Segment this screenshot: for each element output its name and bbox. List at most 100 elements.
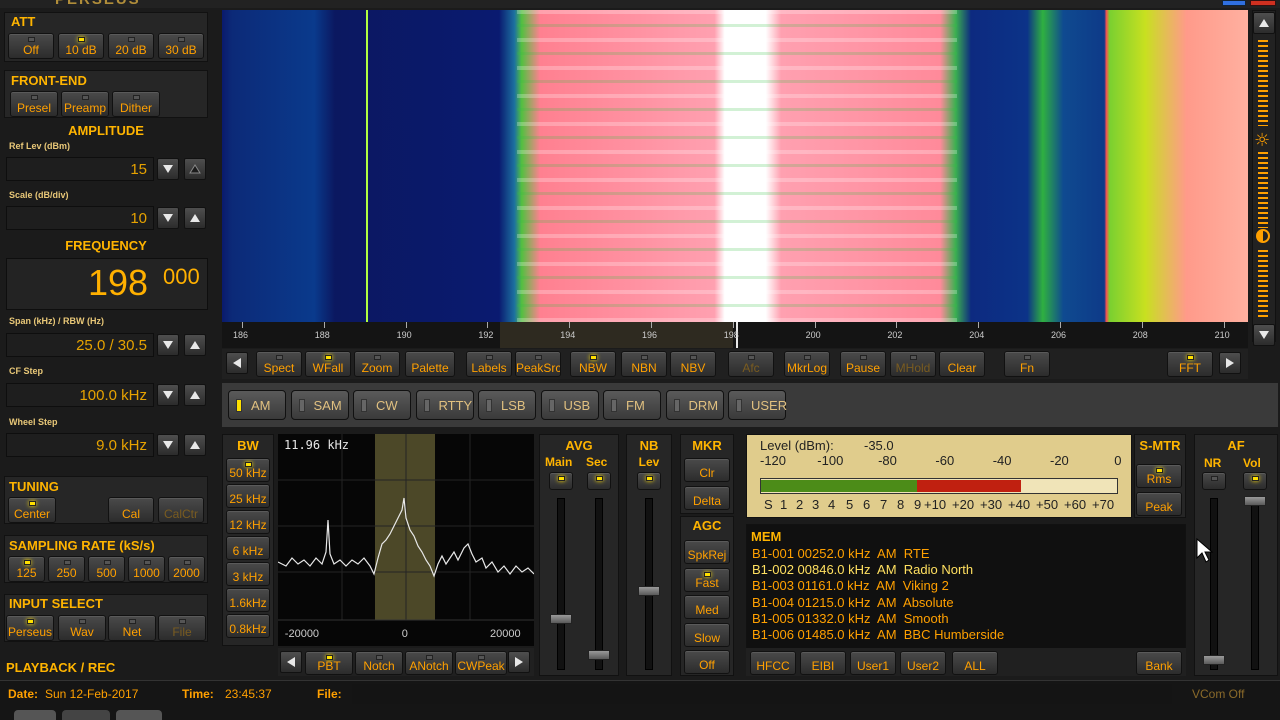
ref-level-down-button[interactable] (157, 158, 179, 180)
toolbar-spect-button[interactable]: Spect (256, 351, 302, 377)
bw-1-6khz-button[interactable]: 1.6kHz (226, 588, 270, 612)
cf-step-up-button[interactable] (184, 384, 206, 406)
sample-rate-250-button[interactable]: 250 (48, 556, 85, 582)
record-button[interactable] (62, 710, 110, 720)
toolbar-labels-button[interactable]: Labels (466, 351, 512, 377)
toolbar-zoom-button[interactable]: Zoom (354, 351, 400, 377)
memory-list-item[interactable]: B1-001 00252.0 kHz AM RTE (752, 546, 930, 561)
memory-list-item[interactable]: B1-004 01215.0 kHz AM Absolute (752, 595, 954, 610)
close-button[interactable] (1250, 0, 1276, 6)
tuning-cal-button[interactable]: Cal (108, 497, 154, 523)
toolbar-fn-button[interactable]: Fn (1004, 351, 1050, 377)
avg-sec-slider-thumb[interactable] (588, 650, 610, 660)
tuning-center-button[interactable]: Center (8, 497, 56, 523)
span-value[interactable]: 25.0 / 30.5 (6, 333, 154, 357)
toolbar-mhold-button[interactable]: MHold (890, 351, 936, 377)
cf-step-down-button[interactable] (157, 384, 179, 406)
af-vol-slider-thumb[interactable] (1244, 496, 1266, 506)
toolbar-mkrlog-button[interactable]: MkrLog (784, 351, 830, 377)
scroll-down-button[interactable] (1253, 324, 1275, 346)
input-net-button[interactable]: Net (108, 615, 156, 641)
avg-sec-slider[interactable] (595, 498, 603, 670)
toolbar-nbw-button[interactable]: NBW (570, 351, 616, 377)
mode-user-button[interactable]: USER (728, 390, 787, 420)
af-vol-toggle[interactable] (1243, 472, 1267, 490)
mode-am-button[interactable]: AM (228, 390, 286, 420)
nb-level-slider-thumb[interactable] (638, 586, 660, 596)
play-button[interactable] (14, 710, 56, 720)
mem-bank-button[interactable]: Bank (1136, 651, 1182, 675)
avg-main-slider[interactable] (557, 498, 565, 670)
filter-cwpeak-button[interactable]: CWPeak (455, 651, 507, 675)
waterfall-display[interactable] (222, 10, 1248, 322)
mem-user1-button[interactable]: User1 (850, 651, 896, 675)
filter-anotch-button[interactable]: ANotch (405, 651, 453, 675)
mode-cw-button[interactable]: CW (353, 390, 411, 420)
preamp-button[interactable]: Preamp (61, 91, 109, 117)
span-up-button[interactable] (184, 334, 206, 356)
tuning-calctr-button[interactable]: CalCtr (158, 497, 204, 523)
wheel-step-up-button[interactable] (184, 434, 206, 456)
att-off-button[interactable]: Off (8, 33, 54, 59)
bw-6-khz-button[interactable]: 6 kHz (226, 536, 270, 560)
toolbar-pause-button[interactable]: Pause (840, 351, 886, 377)
mode-lsb-button[interactable]: LSB (478, 390, 536, 420)
smtr-peak-button[interactable]: Peak (1136, 492, 1182, 516)
nb-toggle[interactable] (637, 472, 661, 490)
bw-12-khz-button[interactable]: 12 kHz (226, 510, 270, 534)
mem-user2-button[interactable]: User2 (900, 651, 946, 675)
af-vol-slider[interactable] (1251, 498, 1259, 670)
sample-rate-500-button[interactable]: 500 (88, 556, 125, 582)
bw-25-khz-button[interactable]: 25 kHz (226, 484, 270, 508)
agc-spkrej-button[interactable]: SpkRej (684, 540, 730, 564)
att-30-db-button[interactable]: 30 dB (158, 33, 204, 59)
att-20-db-button[interactable]: 20 dB (108, 33, 154, 59)
filter-left-button[interactable] (280, 651, 302, 673)
minimize-button[interactable] (1222, 0, 1246, 6)
filter-notch-button[interactable]: Notch (355, 651, 403, 675)
avg-main-toggle[interactable] (549, 472, 573, 490)
scroll-up-button[interactable] (1253, 12, 1275, 34)
agc-med-button[interactable]: Med (684, 595, 730, 619)
avg-main-slider-thumb[interactable] (550, 614, 572, 624)
toolbar-clear-button[interactable]: Clear (939, 351, 985, 377)
mode-rtty-button[interactable]: RTTY (415, 390, 474, 420)
toolbar-palette-button[interactable]: Palette (405, 351, 455, 377)
toolbar-left-button[interactable] (226, 352, 248, 374)
toolbar-afc-button[interactable]: Afc (728, 351, 774, 377)
toolbar-right-button[interactable] (1219, 352, 1241, 374)
level-slider-track[interactable] (1258, 250, 1268, 318)
memory-list-item[interactable]: B1-003 01161.0 kHz AM Viking 2 (752, 578, 949, 593)
mem-all-button[interactable]: ALL (952, 651, 998, 675)
input-perseus-button[interactable]: Perseus (6, 615, 54, 641)
span-down-button[interactable] (157, 334, 179, 356)
af-nr-slider[interactable] (1210, 498, 1218, 670)
mem-hfcc-button[interactable]: HFCC (750, 651, 796, 675)
dither-button[interactable]: Dither (112, 91, 160, 117)
toolbar-wfall-button[interactable]: WFall (305, 351, 351, 377)
ref-level-value[interactable]: 15 (6, 157, 154, 181)
wheel-step-down-button[interactable] (157, 434, 179, 456)
toolbar-nbn-button[interactable]: NBN (621, 351, 667, 377)
memory-list-item[interactable]: B1-006 01485.0 kHz AM BBC Humberside (752, 627, 1004, 642)
filter-spectrum-display[interactable] (278, 434, 534, 646)
contrast-slider-track[interactable] (1258, 40, 1268, 126)
input-file-button[interactable]: File (158, 615, 206, 641)
avg-sec-toggle[interactable] (587, 472, 611, 490)
agc-slow-button[interactable]: Slow (684, 622, 730, 647)
agc-fast-button[interactable]: Fast (684, 567, 730, 592)
sample-rate-125-button[interactable]: 125 (8, 556, 45, 582)
mem-eibi-button[interactable]: EIBI (800, 651, 846, 675)
filter-right-button[interactable] (508, 651, 530, 673)
bw-50-khz-button[interactable]: 50 kHz (226, 458, 270, 482)
agc-off-button[interactable]: Off (684, 650, 730, 674)
memory-list-item[interactable]: B1-005 01332.0 kHz AM Smooth (752, 611, 949, 626)
mkr-clr-button[interactable]: Clr (684, 458, 730, 482)
sample-rate-1000-button[interactable]: 1000 (128, 556, 165, 582)
wheel-step-value[interactable]: 9.0 kHz (6, 433, 154, 457)
file-path-field[interactable] (352, 684, 1172, 704)
cf-step-value[interactable]: 100.0 kHz (6, 383, 154, 407)
mkr-delta-button[interactable]: Delta (684, 486, 730, 510)
af-nr-toggle[interactable] (1202, 472, 1226, 490)
af-nr-slider-thumb[interactable] (1203, 655, 1225, 665)
